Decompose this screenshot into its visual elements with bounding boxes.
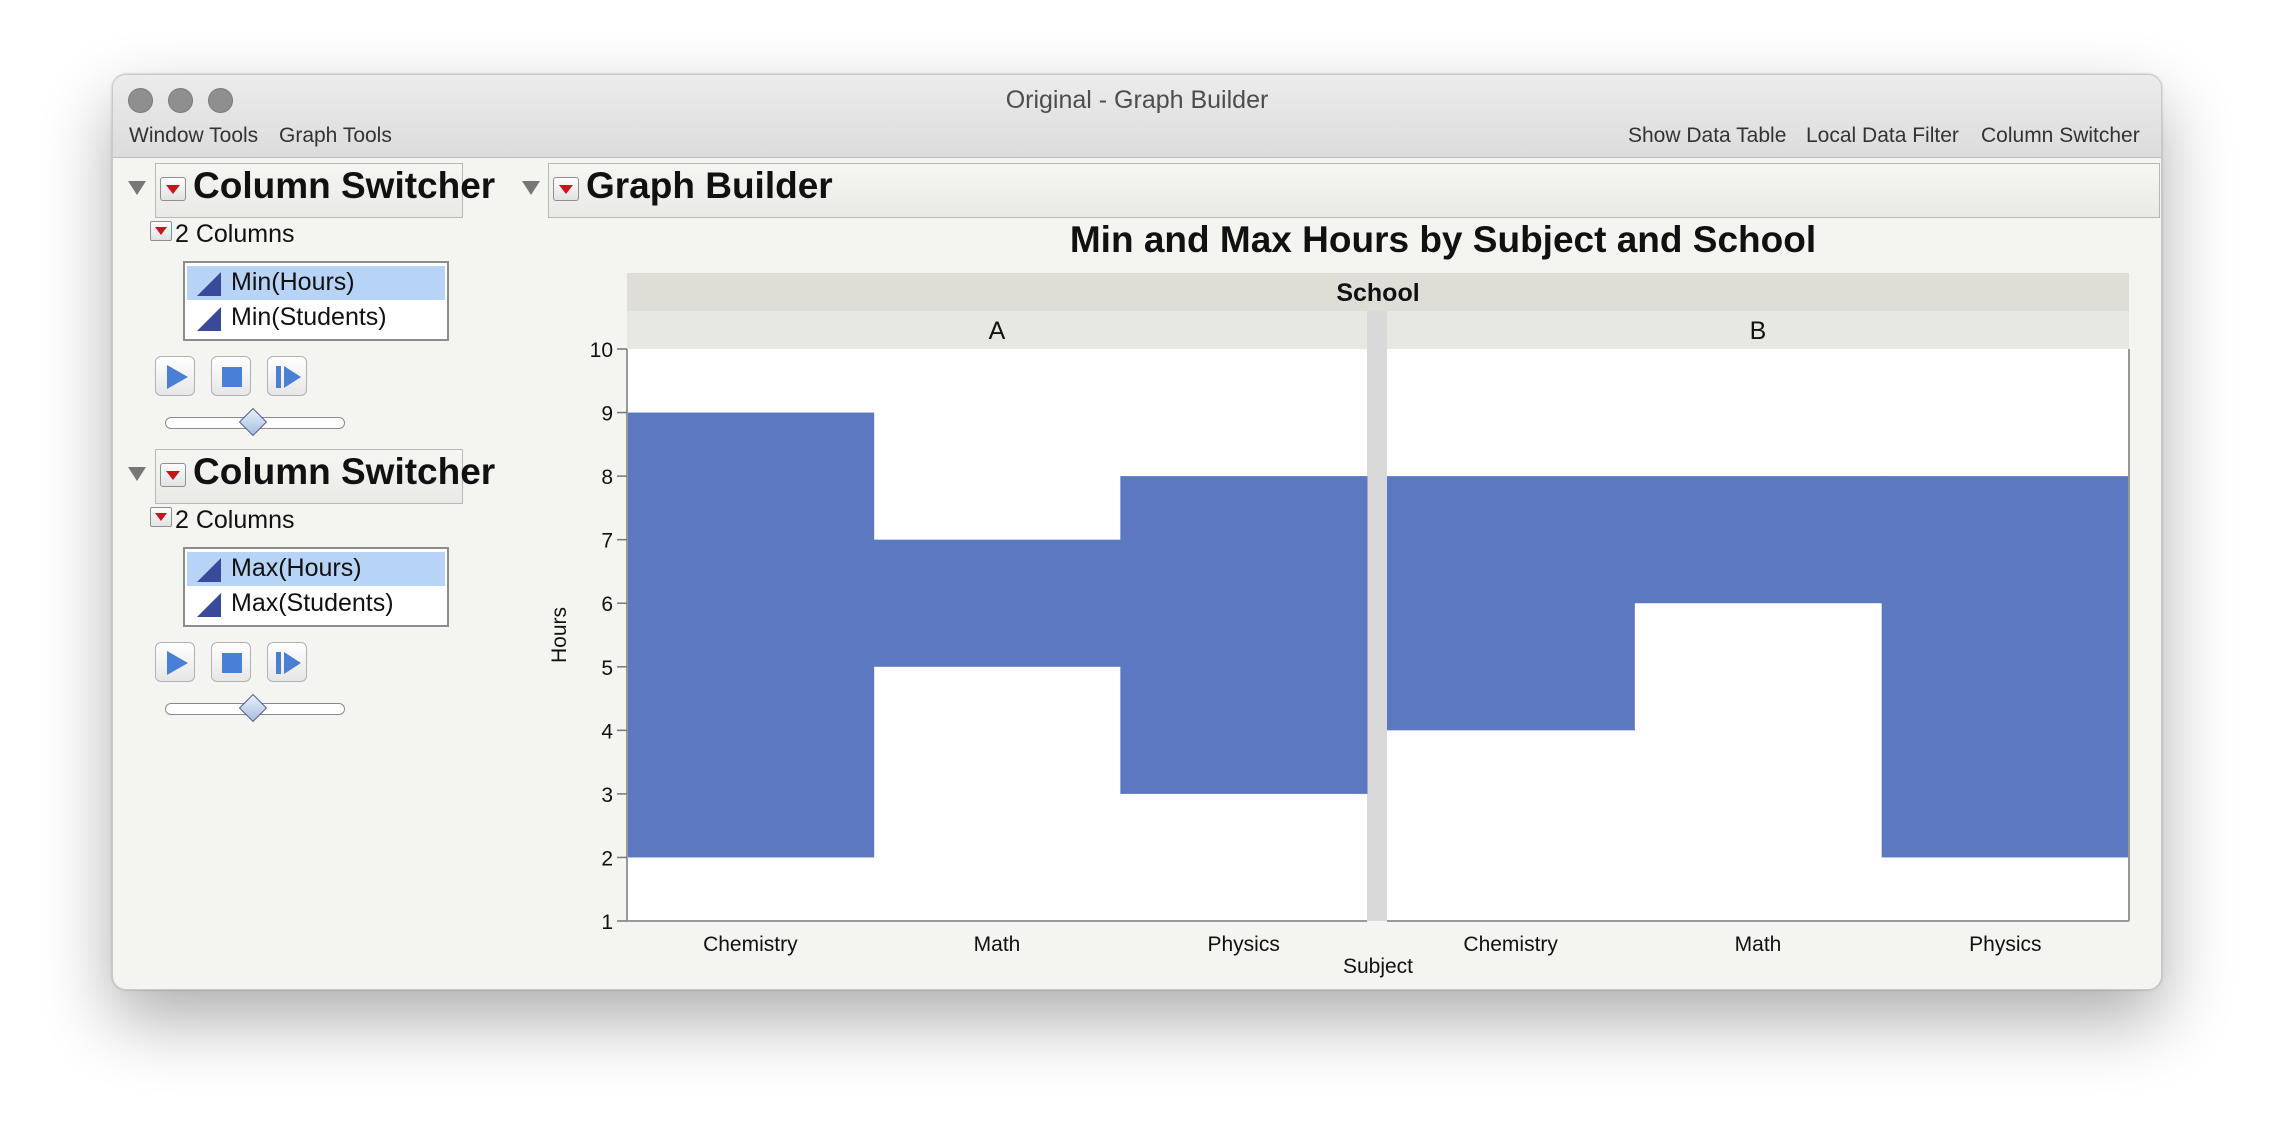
y-tick-label: 4: [601, 720, 613, 743]
group-label: School: [1336, 279, 1419, 307]
y-axis-label: Hours: [548, 607, 571, 663]
y-tick-label: 7: [601, 530, 613, 553]
y-tick-label: 5: [601, 657, 613, 680]
chart-area: School A Chemistry Math Physics B Chemistry Mat…: [548, 273, 2130, 978]
range-bar: [1881, 476, 2130, 858]
range-bar: [627, 412, 875, 858]
y-tick-label: 2: [601, 847, 613, 870]
panel-gutter: [1367, 311, 1387, 921]
x-tick-label: Math: [974, 933, 1021, 956]
y-tick-label: 10: [590, 339, 613, 362]
y-tick-label: 3: [601, 784, 613, 807]
y-tick-label: 9: [601, 403, 613, 426]
panel-label: A: [989, 317, 1006, 345]
range-bar: [1387, 476, 1635, 731]
range-bar: [1634, 476, 1883, 604]
graph-builder-window: Original - Graph Builder Window Tools Gr…: [112, 74, 2162, 990]
x-axis-label: Subject: [1343, 955, 1413, 978]
x-tick-label: Chemistry: [1463, 933, 1558, 956]
x-tick-label: Chemistry: [703, 933, 798, 956]
y-tick-label: 1: [601, 911, 613, 934]
panel-label: B: [1750, 317, 1767, 345]
range-bar: [1120, 476, 1368, 794]
range-bar: [873, 539, 1121, 667]
x-tick-label: Math: [1735, 933, 1782, 956]
x-tick-label: Physics: [1969, 933, 2041, 956]
y-tick-label: 6: [601, 593, 613, 616]
y-tick-label: 8: [601, 466, 613, 489]
x-tick-label: Physics: [1207, 933, 1279, 956]
